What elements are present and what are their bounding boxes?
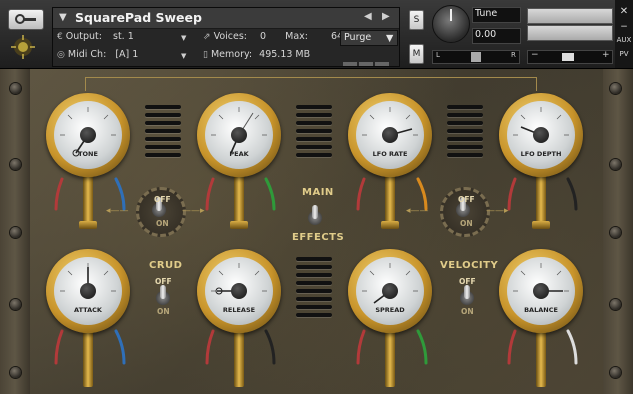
switch-off-label: OFF bbox=[154, 195, 171, 204]
knob-hub bbox=[382, 127, 398, 143]
lfo-rate-knob[interactable]: LFO RATE bbox=[348, 93, 432, 177]
output-icon: € bbox=[57, 32, 63, 42]
spread-knob[interactable]: SPREAD bbox=[348, 249, 432, 333]
level-meter-right bbox=[527, 25, 613, 41]
lfo-rate-label: LFO RATE bbox=[372, 150, 408, 158]
tone-label: TONE bbox=[78, 150, 98, 158]
balance-knob[interactable]: BALANCE bbox=[499, 249, 583, 333]
tune-label: Tune bbox=[472, 7, 521, 23]
knob-hub bbox=[80, 283, 96, 299]
next-instrument-icon[interactable]: ▶ bbox=[382, 11, 390, 22]
midi-channel-row[interactable]: ◎ Midi Ch: [A] 1 bbox=[57, 49, 138, 60]
velocity-on-label: ON bbox=[461, 307, 474, 316]
wrench-button[interactable] bbox=[8, 9, 44, 30]
voices-value: 0 bbox=[260, 31, 267, 42]
output-dropdown-icon[interactable]: ▼ bbox=[181, 34, 186, 42]
purge-menu[interactable]: Purge ▼ bbox=[340, 30, 398, 46]
tone-knob[interactable]: TONE bbox=[46, 93, 130, 177]
solo-button[interactable]: S bbox=[409, 10, 424, 30]
purge-label: Purge bbox=[344, 32, 372, 43]
memory-icon: ▯ bbox=[203, 50, 208, 60]
attack-knob[interactable]: ATTACK bbox=[46, 249, 130, 333]
brand-logo bbox=[8, 33, 38, 61]
instrument-header: ▼ SquarePad Sweep ◀ ▶ € Output: st. 1 ▼ … bbox=[0, 0, 633, 69]
pan-handle[interactable] bbox=[471, 52, 481, 62]
peak-label: PEAK bbox=[229, 150, 249, 158]
volume-slider[interactable]: − + bbox=[527, 50, 613, 64]
knob-hub bbox=[231, 127, 247, 143]
voices-icon: ⇗ bbox=[203, 32, 211, 42]
tune-knob[interactable] bbox=[432, 5, 470, 43]
knob-hub bbox=[533, 127, 549, 143]
close-button[interactable]: ✕ bbox=[615, 6, 633, 17]
midi-dropdown-icon[interactable]: ▼ bbox=[181, 52, 186, 60]
previous-instrument-icon[interactable]: ◀ bbox=[364, 11, 372, 22]
side-button-column: ✕ − AUX PV bbox=[615, 0, 633, 68]
midi-channel-value[interactable]: [A] 1 bbox=[115, 49, 138, 60]
pv-button[interactable]: PV bbox=[615, 50, 633, 58]
switch-on-label: ON bbox=[460, 219, 473, 228]
balance-label: BALANCE bbox=[524, 306, 558, 314]
tune-value[interactable]: 0.00 bbox=[472, 28, 521, 44]
wrench-icon bbox=[15, 14, 36, 24]
main-effects-switch[interactable] bbox=[306, 203, 324, 235]
memory-label: Memory: bbox=[210, 49, 253, 60]
kontakt-instrument-window: ▼ SquarePad Sweep ◀ ▶ € Output: st. 1 ▼ … bbox=[0, 0, 633, 394]
crud-on-label: ON bbox=[157, 307, 170, 316]
minimize-button[interactable]: − bbox=[615, 22, 633, 32]
switch-off-label: OFF bbox=[458, 195, 475, 204]
pan-left-label: L bbox=[436, 51, 440, 59]
spread-label: SPREAD bbox=[375, 306, 405, 314]
voices-row: ⇗ Voices: 0 Max: 64 bbox=[203, 31, 343, 42]
pan-right-label: R bbox=[511, 51, 516, 59]
memory-value: 495.13 MB bbox=[259, 49, 311, 60]
knob-hub bbox=[533, 283, 549, 299]
instrument-panel: ◂—— ——▸ ◂—— ——▸ TONE PEAK LFO RATE LFO D… bbox=[0, 69, 633, 394]
lfo-depth-knob[interactable]: LFO DEPTH bbox=[499, 93, 583, 177]
peak-knob[interactable]: PEAK bbox=[197, 93, 281, 177]
voices-label: Voices: bbox=[213, 31, 248, 42]
max-voices-label: Max: bbox=[285, 31, 308, 42]
output-row[interactable]: € Output: st. 1 bbox=[57, 31, 134, 42]
knob-hub bbox=[80, 127, 96, 143]
crud-label: CRUD bbox=[149, 260, 183, 271]
purge-dropdown-icon: ▼ bbox=[386, 33, 394, 44]
instrument-name-row[interactable]: ▼ SquarePad Sweep ◀ ▶ bbox=[53, 8, 399, 29]
mute-button[interactable]: M bbox=[409, 44, 424, 64]
attack-label: ATTACK bbox=[74, 306, 102, 314]
level-meter-left bbox=[527, 8, 613, 24]
output-label: Output: bbox=[65, 31, 102, 42]
release-label: RELEASE bbox=[222, 306, 256, 314]
aux-button[interactable]: AUX bbox=[615, 36, 633, 44]
instrument-name[interactable]: SquarePad Sweep bbox=[75, 10, 202, 25]
volume-handle[interactable] bbox=[562, 53, 574, 61]
collapse-triangle-icon[interactable]: ▼ bbox=[59, 12, 67, 23]
switch-on-label: ON bbox=[156, 219, 169, 228]
lfo-depth-label: LFO DEPTH bbox=[520, 150, 562, 158]
volume-plus-label: + bbox=[602, 50, 610, 60]
knob-hub bbox=[382, 283, 398, 299]
velocity-label: VELOCITY bbox=[440, 260, 499, 271]
memory-meter bbox=[343, 51, 391, 70]
pan-slider[interactable]: L R bbox=[432, 50, 520, 64]
midi-icon: ◎ bbox=[57, 50, 65, 60]
main-label: MAIN bbox=[302, 187, 334, 198]
instrument-info-box: ▼ SquarePad Sweep ◀ ▶ € Output: st. 1 ▼ … bbox=[52, 7, 400, 67]
midi-label: Midi Ch: bbox=[67, 49, 107, 60]
effects-label: EFFECTS bbox=[292, 232, 345, 243]
release-knob[interactable]: RELEASE bbox=[197, 249, 281, 333]
volume-minus-label: − bbox=[531, 50, 539, 60]
memory-row: ▯ Memory: 495.13 MB bbox=[203, 49, 310, 60]
knob-hub bbox=[231, 283, 247, 299]
output-value[interactable]: st. 1 bbox=[113, 31, 134, 42]
